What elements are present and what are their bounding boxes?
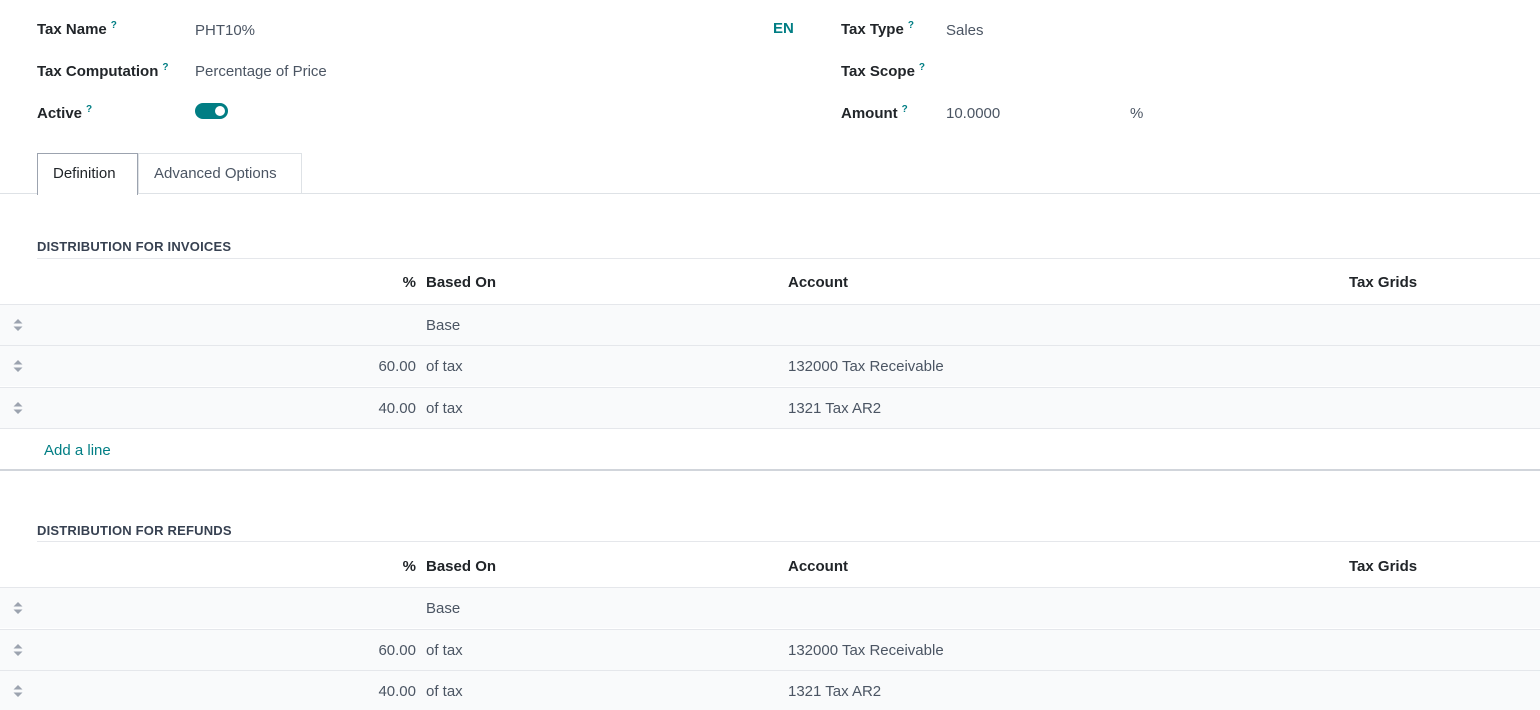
amount-field[interactable]: 10.0000	[946, 105, 1000, 122]
table-row[interactable]: 40.00 of tax 1321 Tax AR2	[0, 670, 1540, 710]
amount-help-icon[interactable]: ?	[902, 104, 908, 115]
row-based-on[interactable]: of tax	[426, 642, 463, 659]
refunds-title-divider	[37, 541, 1540, 542]
active-toggle[interactable]	[195, 103, 228, 119]
table-row[interactable]: Base	[0, 587, 1540, 628]
tax-scope-label-text: Tax Scope	[841, 63, 915, 80]
tax-name-label-text: Tax Name	[37, 21, 107, 38]
drag-handle-icon[interactable]	[12, 601, 24, 615]
refunds-col-percent[interactable]: %	[336, 558, 416, 575]
tax-form-page: Tax Name? PHT10% Tax Computation? Percen…	[0, 0, 1540, 710]
row-based-on[interactable]: Base	[426, 317, 460, 334]
table-row[interactable]: 60.00 of tax 132000 Tax Receivable	[0, 629, 1540, 670]
tax-name-help-icon[interactable]: ?	[111, 20, 117, 31]
drag-handle-icon[interactable]	[12, 684, 24, 698]
drag-handle-icon[interactable]	[12, 643, 24, 657]
row-percent[interactable]: 60.00	[336, 358, 416, 375]
tax-type-field[interactable]: Sales	[946, 22, 984, 39]
drag-handle-icon[interactable]	[12, 401, 24, 415]
invoices-title-divider	[37, 258, 1540, 259]
row-percent[interactable]: 40.00	[336, 683, 416, 700]
active-label: Active?	[37, 104, 92, 122]
table-row[interactable]: 60.00 of tax 132000 Tax Receivable	[0, 345, 1540, 386]
tax-computation-label: Tax Computation?	[37, 62, 169, 80]
tab-advanced-options[interactable]: Advanced Options	[138, 153, 302, 193]
drag-handle-icon[interactable]	[12, 359, 24, 373]
row-based-on[interactable]: Base	[426, 600, 460, 617]
active-help-icon[interactable]: ?	[86, 104, 92, 115]
invoices-col-account[interactable]: Account	[788, 274, 848, 291]
row-account[interactable]: 1321 Tax AR2	[788, 400, 881, 417]
row-based-on[interactable]: of tax	[426, 683, 463, 700]
invoices-col-percent[interactable]: %	[336, 274, 416, 291]
amount-label: Amount?	[841, 104, 908, 122]
tax-computation-field[interactable]: Percentage of Price	[195, 63, 327, 80]
tax-scope-help-icon[interactable]: ?	[919, 62, 925, 73]
row-percent[interactable]: 60.00	[336, 642, 416, 659]
amount-label-text: Amount	[841, 105, 898, 122]
tax-type-label: Tax Type?	[841, 20, 914, 38]
tax-scope-field[interactable]	[946, 63, 1146, 81]
refunds-col-tax-grids[interactable]: Tax Grids	[1349, 558, 1417, 575]
invoices-add-line-link[interactable]: Add a line	[44, 442, 111, 459]
tax-scope-label: Tax Scope?	[841, 62, 925, 80]
tax-type-help-icon[interactable]: ?	[908, 20, 914, 31]
invoices-col-based-on[interactable]: Based On	[426, 274, 496, 291]
tax-name-label: Tax Name?	[37, 20, 117, 38]
toggle-knob	[215, 106, 225, 116]
row-based-on[interactable]: of tax	[426, 400, 463, 417]
drag-handle-icon[interactable]	[12, 318, 24, 332]
tax-type-label-text: Tax Type	[841, 21, 904, 38]
tab-definition[interactable]: Definition	[37, 153, 138, 195]
row-based-on[interactable]: of tax	[426, 358, 463, 375]
table-row[interactable]: 40.00 of tax 1321 Tax AR2	[0, 387, 1540, 428]
refunds-section-title: DISTRIBUTION FOR REFUNDS	[37, 523, 232, 538]
invoices-section-title: DISTRIBUTION FOR INVOICES	[37, 239, 232, 254]
invoices-table-footer-border	[0, 469, 1540, 471]
row-percent[interactable]: 40.00	[336, 400, 416, 417]
refunds-col-based-on[interactable]: Based On	[426, 558, 496, 575]
language-button[interactable]: EN	[773, 20, 794, 37]
tax-computation-label-text: Tax Computation	[37, 63, 159, 80]
invoices-col-tax-grids[interactable]: Tax Grids	[1349, 274, 1417, 291]
invoices-rows-bottom-border	[0, 428, 1540, 429]
row-account[interactable]: 132000 Tax Receivable	[788, 642, 944, 659]
tax-name-field[interactable]: PHT10%	[195, 22, 255, 39]
active-label-text: Active	[37, 105, 83, 122]
refunds-col-account[interactable]: Account	[788, 558, 848, 575]
table-row[interactable]: Base	[0, 304, 1540, 345]
amount-unit: %	[1130, 105, 1144, 122]
tax-computation-help-icon[interactable]: ?	[162, 62, 168, 73]
row-account[interactable]: 132000 Tax Receivable	[788, 358, 944, 375]
row-account[interactable]: 1321 Tax AR2	[788, 683, 881, 700]
